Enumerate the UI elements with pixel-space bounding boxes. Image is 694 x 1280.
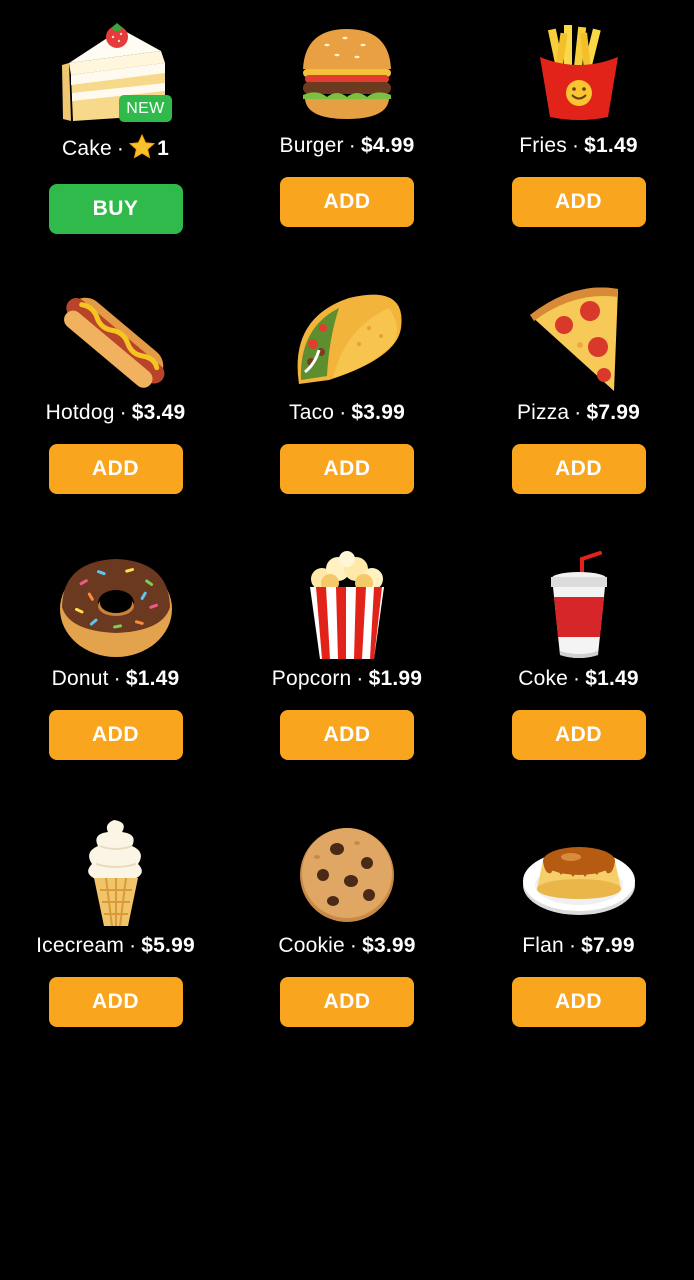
- separator: ·: [574, 400, 582, 424]
- item-price: $1.49: [584, 134, 638, 157]
- separator: ·: [356, 667, 364, 690]
- item-price: $1.49: [585, 667, 639, 690]
- menu-item-hotdog: Hotdog · $3.49 ADD: [0, 285, 231, 552]
- menu-item-fries: Fries · $1.49 ADD: [463, 18, 694, 285]
- add-button[interactable]: ADD: [48, 443, 183, 494]
- item-label: Cookie · $3.99: [278, 934, 415, 958]
- add-button[interactable]: ADD: [280, 443, 414, 494]
- item-label: Burger · $4.99: [280, 134, 415, 158]
- menu-item-coke: Coke · $1.49 ADD: [463, 551, 694, 818]
- item-label: Icecream · $5.99: [36, 934, 195, 958]
- item-name: Cookie: [278, 933, 345, 957]
- item-name: Flan: [522, 933, 564, 957]
- item-price: $7.99: [586, 400, 641, 424]
- taco-icon: [297, 294, 402, 384]
- item-label: Popcorn · $1.99: [272, 667, 422, 691]
- add-button[interactable]: ADD: [280, 710, 414, 760]
- menu-item-flan: Flan · $7.99 ADD: [463, 818, 694, 1085]
- donut-icon: [59, 559, 172, 657]
- menu-grid: NEW Cake · 1 BUY Burger · $4.99 ADD Frie…: [0, 18, 694, 1084]
- item-price: $3.99: [351, 400, 405, 424]
- item-name: Donut: [51, 667, 109, 690]
- item-name: Popcorn: [271, 667, 352, 690]
- item-price: $5.99: [141, 933, 195, 957]
- item-price: $3.49: [131, 400, 186, 424]
- add-button[interactable]: ADD: [280, 177, 414, 227]
- item-name: Cake: [62, 137, 112, 160]
- add-button[interactable]: ADD: [511, 177, 646, 227]
- emoji-container: [56, 551, 176, 661]
- menu-item-cake: NEW Cake · 1 BUY: [0, 18, 231, 285]
- emoji-container: [519, 551, 639, 661]
- pizza-icon: [529, 286, 618, 391]
- menu-item-burger: Burger · $4.99 ADD: [231, 18, 463, 285]
- cookie-icon: [300, 827, 394, 922]
- item-name: Pizza: [516, 400, 570, 424]
- item-label: Hotdog · $3.49: [46, 401, 186, 425]
- item-price: 1: [157, 137, 169, 160]
- separator: ·: [116, 137, 125, 160]
- add-button[interactable]: ADD: [511, 976, 646, 1027]
- separator: ·: [349, 933, 358, 957]
- item-label: Donut · $1.49: [52, 667, 180, 691]
- emoji-container: NEW: [56, 18, 176, 128]
- separator: ·: [573, 667, 581, 690]
- emoji-container: [287, 818, 407, 928]
- menu-item-taco: Taco · $3.99 ADD: [231, 285, 463, 552]
- flan-icon: [522, 846, 635, 915]
- separator: ·: [339, 400, 347, 424]
- popcorn-icon: [310, 551, 384, 659]
- emoji-container: [56, 818, 176, 928]
- add-button[interactable]: ADD: [511, 443, 646, 494]
- emoji-container: [519, 18, 639, 128]
- item-name: Taco: [289, 400, 335, 424]
- item-price: $3.99: [362, 933, 416, 957]
- item-label: Coke · $1.49: [518, 667, 639, 691]
- add-button[interactable]: ADD: [48, 710, 183, 760]
- item-label: Taco · $3.99: [289, 401, 405, 425]
- item-label: Flan · $7.99: [522, 934, 634, 958]
- item-price: $7.99: [581, 933, 635, 957]
- item-price: $1.99: [368, 667, 423, 690]
- emoji-container: [519, 818, 639, 928]
- fries-icon: [539, 25, 618, 120]
- item-price: $4.99: [360, 134, 415, 157]
- menu-item-popcorn: Popcorn · $1.99 ADD: [231, 551, 463, 818]
- add-button[interactable]: ADD: [280, 976, 414, 1027]
- separator: ·: [348, 134, 356, 157]
- separator: ·: [129, 933, 137, 957]
- coke-icon: [550, 551, 607, 658]
- menu-item-pizza: Pizza · $7.99 ADD: [463, 285, 694, 552]
- menu-item-icecream: Icecream · $5.99 ADD: [0, 818, 231, 1085]
- menu-item-cookie: Cookie · $3.99 ADD: [231, 818, 463, 1085]
- item-name: Icecream: [36, 933, 125, 957]
- item-name: Coke: [518, 667, 569, 690]
- emoji-container: [287, 18, 407, 128]
- item-name: Hotdog: [45, 400, 115, 424]
- star-icon: [128, 133, 156, 165]
- burger-icon: [303, 29, 391, 119]
- hotdog-icon: [63, 297, 164, 388]
- separator: ·: [568, 933, 577, 957]
- item-price: $1.49: [125, 667, 180, 690]
- separator: ·: [571, 134, 580, 157]
- emoji-container: [519, 285, 639, 395]
- item-name: Burger: [279, 134, 344, 157]
- add-button[interactable]: ADD: [511, 710, 646, 760]
- new-badge: NEW: [119, 95, 172, 122]
- icecream-icon: [87, 819, 142, 926]
- item-label: Pizza · $7.99: [517, 401, 640, 425]
- emoji-container: [287, 285, 407, 395]
- item-name: Fries: [519, 134, 567, 157]
- separator: ·: [119, 400, 127, 424]
- item-label: Cake · 1: [62, 133, 169, 165]
- add-button[interactable]: ADD: [48, 976, 183, 1027]
- item-label: Fries · $1.49: [519, 134, 637, 158]
- emoji-container: [56, 285, 176, 395]
- emoji-container: [287, 551, 407, 661]
- buy-button[interactable]: BUY: [48, 184, 183, 234]
- menu-item-donut: Donut · $1.49 ADD: [0, 551, 231, 818]
- separator: ·: [113, 667, 121, 690]
